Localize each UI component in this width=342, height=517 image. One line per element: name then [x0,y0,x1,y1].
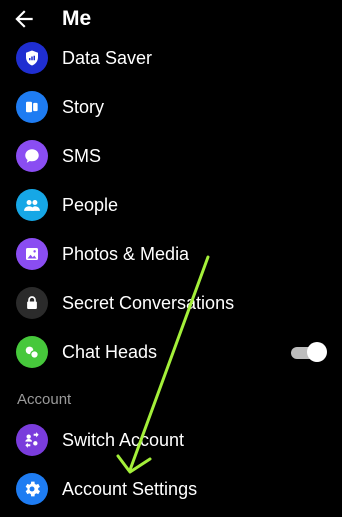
menu-item-label: Switch Account [62,430,185,450]
menu-item-label: Chat Heads [62,342,158,362]
menu-item-photos-media[interactable]: Photos & Media [0,232,342,278]
menu-item-sms[interactable]: SMS [0,134,342,180]
lock-icon [16,287,48,319]
menu-item-label: Secret Conversations [62,293,235,313]
menu-item-switch-account[interactable]: Switch Account [0,418,342,464]
chat-heads-icon [16,336,48,368]
section-header-account: Account [17,391,72,408]
menu-item-label: Story [62,97,105,117]
app-header: Me [0,0,342,40]
menu-item-account-settings[interactable]: Account Settings [0,467,342,513]
menu-item-label: SMS [62,146,102,166]
chat-heads-toggle[interactable] [291,342,327,364]
page-title: Me [62,7,92,30]
menu-item-label: People [62,195,119,215]
menu-item-label: Account Settings [62,479,198,499]
people-icon [16,189,48,221]
back-arrow-icon[interactable] [11,6,37,32]
menu-item-people[interactable]: People [0,183,342,229]
toggle-knob [307,342,327,362]
menu-item-secret-conversations[interactable]: Secret Conversations [0,281,342,327]
switch-account-icon [16,424,48,456]
gear-icon [16,473,48,505]
sms-icon [16,140,48,172]
menu-item-label: Photos & Media [62,244,190,264]
data-saver-icon [16,42,48,74]
story-icon [16,91,48,123]
menu-item-label: Data Saver [62,48,153,68]
photos-icon [16,238,48,270]
menu-item-story[interactable]: Story [0,85,342,131]
menu-item-data-saver[interactable]: Data Saver [0,36,342,82]
